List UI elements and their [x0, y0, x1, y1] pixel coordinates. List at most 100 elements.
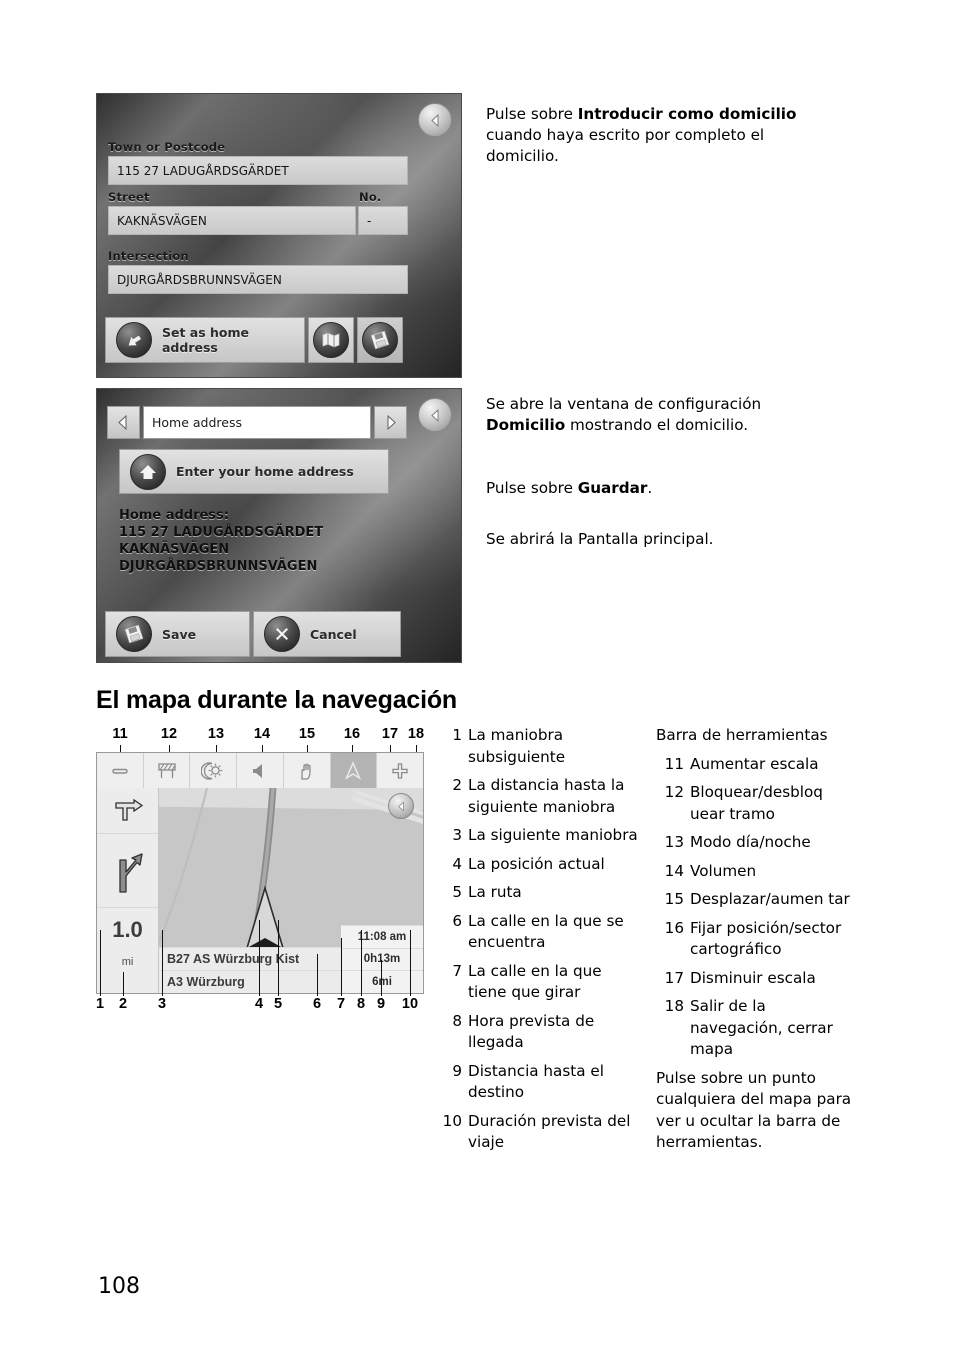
previous-setting-button[interactable]	[107, 406, 140, 439]
legend-number: 3	[452, 826, 462, 844]
list-item: 9 Distancia hasta el destino	[440, 1061, 640, 1104]
pan-zoom-button[interactable]	[284, 753, 331, 788]
field-value-town[interactable]: 115 27 LADUGÅRDSGÄRDET	[108, 156, 408, 185]
legend-number: 2	[452, 776, 462, 794]
screenshot-home-address-entry: Town or Postcode 115 27 LADUGÅRDSGÄRDET …	[96, 93, 462, 378]
save-disk-icon	[116, 616, 152, 652]
enter-home-address-button[interactable]: Enter your home address	[119, 449, 389, 494]
cancel-label: Cancel	[310, 626, 357, 642]
callout-label: 6	[312, 996, 322, 1012]
field-value-house-number[interactable]: -	[358, 206, 408, 235]
paragraph-2-tail: mostrando el domicilio.	[565, 416, 749, 434]
cancel-x-icon	[264, 616, 300, 652]
save-disk-icon	[362, 322, 398, 358]
show-on-map-button[interactable]	[308, 317, 354, 363]
top-callout-ruler: 11 12 13 14 15 16 17 18	[96, 726, 424, 803]
block-unblock-section-button[interactable]	[144, 753, 191, 788]
hand-icon	[301, 763, 311, 780]
list-item: 8 Hora prevista de llegada	[440, 1011, 640, 1054]
callout-label: 16	[343, 726, 361, 742]
field-value-intersection[interactable]: DJURGÅRDSBRUNNSVÄGEN	[108, 265, 408, 294]
paragraph-1-tail: cuando haya escrito por completo el domi…	[486, 126, 765, 165]
legend-text: Duración prevista del viaje	[468, 1111, 631, 1152]
volume-button[interactable]	[237, 753, 284, 788]
day-night-mode-button[interactable]	[190, 753, 238, 788]
paragraph-1-bold: Introducir como domicilio	[577, 105, 797, 123]
legend-text: Salir de la navegación, cerrar mapa	[690, 997, 833, 1058]
list-item: 12 Bloquear/desbloq uear tramo	[656, 782, 856, 825]
legend-number: 7	[452, 961, 462, 980]
home-icon	[130, 453, 166, 490]
back-button[interactable]	[418, 398, 452, 432]
callout-label: 2	[118, 996, 128, 1012]
back-arrow-icon	[430, 408, 438, 422]
legend-list-map-elements: 1 La maniobra subsiguiente 2 La distanci…	[440, 725, 640, 1161]
home-address-line-1: 115 27 LADUGÅRDSGÄRDET	[119, 525, 324, 540]
callout-label: 15	[298, 726, 316, 742]
next-setting-button[interactable]	[374, 406, 407, 439]
list-item: 14 Volumen	[656, 861, 856, 883]
list-item: 13 Modo día/noche	[656, 832, 856, 854]
list-item: 1 La maniobra subsiguiente	[440, 725, 640, 768]
list-item: 7 La calle en la que tiene que girar	[440, 961, 640, 1004]
paragraph-4: Se abrirá la Pantalla principal.	[486, 530, 714, 548]
bottom-callout-ruler: 1 2 3 4 5 6 7 8 9 10	[96, 920, 424, 1022]
map-toolbar	[97, 753, 423, 788]
list-item: 6 La calle en la que se encuentra	[440, 911, 640, 954]
zoom-in-button[interactable]	[377, 753, 423, 788]
back-button[interactable]	[388, 793, 414, 819]
back-button[interactable]	[418, 103, 452, 137]
legend-number: 4	[452, 854, 462, 873]
chevron-right-icon	[387, 414, 396, 431]
enter-home-address-label: Enter your home address	[176, 464, 354, 479]
legend-text: La calle en la que tiene que girar	[468, 961, 602, 1002]
legend-text: Fijar posición/sector cartográfico	[690, 918, 842, 959]
legend-text: Desplazar/aumen tar	[690, 890, 850, 908]
legend-number: 15	[664, 890, 684, 908]
field-value-street[interactable]: KAKNÄSVÄGEN	[108, 206, 356, 235]
paragraph-1-lead: Pulse sobre	[486, 105, 578, 123]
list-item: 4 La posición actual	[440, 854, 640, 876]
cancel-button[interactable]: Cancel	[253, 611, 401, 657]
list-item: 11 Aumentar escala	[656, 754, 856, 776]
paragraph-settings-window: Se abre la ventana de configuración Domi…	[486, 394, 838, 436]
set-as-home-address-button[interactable]: Set as home address	[105, 317, 305, 363]
save-button[interactable]: Save	[105, 611, 250, 657]
legend-list-toolbar: Barra de herramientas 11 Aumentar escala…	[656, 725, 856, 1154]
settings-button-bar: Save Cancel	[105, 611, 401, 657]
zoom-out-button[interactable]	[97, 753, 144, 788]
paragraph-3-tail: .	[647, 479, 653, 497]
settings-title-field[interactable]: Home address	[143, 406, 371, 439]
legend-number: 1	[452, 726, 462, 744]
legend-text: Volumen	[690, 861, 757, 880]
list-item: 15 Desplazar/aumen tar	[656, 889, 856, 911]
legend-number: 18	[664, 997, 684, 1015]
save-button[interactable]	[357, 317, 403, 363]
home-arrow-icon	[116, 322, 152, 358]
legend-number: 12	[664, 783, 684, 801]
plus-icon	[392, 762, 408, 779]
field-label-street: Street	[108, 190, 150, 204]
callout-label: 4	[254, 996, 264, 1012]
legend-text: La siguiente maniobra	[468, 826, 638, 844]
next-maneuver-cell	[97, 834, 158, 908]
callout-label: 13	[207, 726, 225, 742]
legend-number: 6	[452, 911, 462, 930]
callout-label: 8	[356, 996, 366, 1012]
legend-number: 5	[452, 883, 462, 901]
legend-number: 14	[664, 861, 684, 880]
legend-toolbar-footnote: Pulse sobre un punto cualquiera del mapa…	[656, 1068, 852, 1152]
list-item: 2 La distancia hasta la siguiente maniob…	[440, 775, 640, 818]
legend-text: La posición actual	[468, 854, 605, 873]
legend-number: 10	[442, 1111, 462, 1130]
page-number: 108	[98, 1274, 140, 1299]
home-address-readout: Home address: 115 27 LADUGÅRDSGÄRDET KAK…	[119, 507, 323, 575]
list-item: 16 Fijar posición/sector cartográfico	[656, 918, 856, 961]
callout-label: 7	[336, 996, 346, 1012]
legend-text: Bloquear/desbloq uear tramo	[690, 783, 823, 823]
page-title: El mapa durante la navegación	[96, 686, 457, 714]
fix-position-map-section-button[interactable]	[330, 753, 378, 788]
merge-right-icon	[118, 852, 143, 893]
field-label-house-number: No.	[359, 190, 382, 204]
home-address-heading: Home address:	[119, 508, 229, 523]
